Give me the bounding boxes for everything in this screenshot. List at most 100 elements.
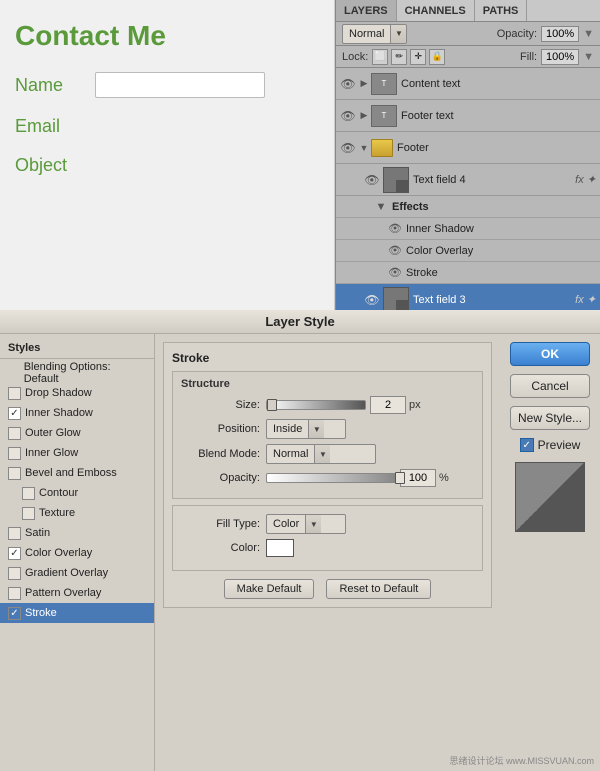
effects-label: Effects xyxy=(392,201,429,213)
blend-mode-label: Blend Mode: xyxy=(181,448,266,460)
lock-label: Lock: xyxy=(342,51,368,63)
layers-tabs: LAYERS CHANNELS PATHS xyxy=(336,0,600,22)
effect-eye-icon[interactable]: 👁 xyxy=(388,222,402,235)
dialog-main-content: Stroke Structure Size: px Position xyxy=(155,334,500,771)
checkbox-icon[interactable] xyxy=(8,387,21,400)
blend-mode-arrow-stroke[interactable]: ▼ xyxy=(314,445,330,463)
layer-textfield4[interactable]: 👁 Text field 4 fx ✦ xyxy=(336,164,600,196)
position-select[interactable]: Inside ▼ xyxy=(266,419,346,439)
style-drop-shadow[interactable]: Drop Shadow xyxy=(0,383,154,403)
layer-content-text[interactable]: 👁 ▶ T Content text xyxy=(336,68,600,100)
layers-panel: LAYERS CHANNELS PATHS Normal ▼ Opacity: … xyxy=(335,0,600,310)
style-inner-shadow[interactable]: ✓ Inner Shadow xyxy=(0,403,154,423)
position-value: Inside xyxy=(267,423,308,435)
layer-name: Footer text xyxy=(401,110,596,122)
fill-type-label: Fill Type: xyxy=(181,518,266,530)
style-texture[interactable]: Texture xyxy=(0,503,154,523)
position-row: Position: Inside ▼ xyxy=(181,419,474,439)
section-buttons: Make Default Reset to Default xyxy=(172,579,483,599)
lock-icons: ⬜ ✏ ✛ 🔒 xyxy=(372,49,445,65)
preview-checkbox[interactable]: ✓ xyxy=(520,438,534,452)
style-bevel-emboss[interactable]: Bevel and Emboss xyxy=(0,463,154,483)
stroke-section: Stroke Structure Size: px Position xyxy=(163,342,492,608)
style-pattern-overlay[interactable]: Pattern Overlay xyxy=(0,583,154,603)
checkbox-icon[interactable] xyxy=(8,467,21,480)
eye-icon[interactable]: 👁 xyxy=(340,140,356,156)
reset-to-default-button[interactable]: Reset to Default xyxy=(326,579,431,599)
eye-icon[interactable]: 👁 xyxy=(340,76,356,92)
email-label: Email xyxy=(15,116,95,137)
effect-eye-icon[interactable]: 👁 xyxy=(388,266,402,279)
color-row: Color: xyxy=(181,539,474,557)
fill-type-arrow[interactable]: ▼ xyxy=(305,515,321,533)
checkbox-icon[interactable]: ✓ xyxy=(8,607,21,620)
tab-channels[interactable]: CHANNELS xyxy=(397,0,475,21)
style-contour[interactable]: Contour xyxy=(0,483,154,503)
checkbox-icon[interactable] xyxy=(8,427,21,440)
eye-icon[interactable]: 👁 xyxy=(364,172,380,188)
style-color-overlay[interactable]: ✓ Color Overlay xyxy=(0,543,154,563)
position-arrow[interactable]: ▼ xyxy=(308,420,324,438)
preview-checkbox-row: ✓ Preview xyxy=(520,438,581,452)
blend-mode-row: Blend Mode: Normal ▼ xyxy=(181,444,474,464)
style-gradient-overlay[interactable]: Gradient Overlay xyxy=(0,563,154,583)
checkbox-icon[interactable] xyxy=(8,527,21,540)
color-swatch[interactable] xyxy=(266,539,294,557)
effect-eye-icon[interactable]: 👁 xyxy=(388,244,402,257)
checkbox-icon[interactable] xyxy=(8,587,21,600)
eye-icon[interactable]: 👁 xyxy=(340,108,356,124)
blend-mode-arrow[interactable]: ▼ xyxy=(390,25,406,43)
style-label: Inner Shadow xyxy=(25,407,93,419)
object-label: Object xyxy=(15,155,95,176)
size-label: Size: xyxy=(181,399,266,411)
web-title: Contact Me xyxy=(10,20,324,52)
new-style-button[interactable]: New Style... xyxy=(510,406,590,430)
layer-footer-folder[interactable]: 👁 ▼ Footer xyxy=(336,132,600,164)
checkbox-icon[interactable] xyxy=(8,567,21,580)
blend-mode-select[interactable]: Normal ▼ xyxy=(342,24,407,44)
blend-mode-value: Normal xyxy=(343,28,390,40)
size-slider[interactable] xyxy=(266,400,366,410)
structure-subsection: Structure Size: px Position: xyxy=(172,371,483,499)
style-inner-glow[interactable]: Inner Glow xyxy=(0,443,154,463)
fill-input[interactable] xyxy=(541,49,579,65)
email-field-row: Email xyxy=(10,116,324,137)
tab-paths[interactable]: PATHS xyxy=(475,0,528,21)
style-label: Bevel and Emboss xyxy=(25,467,117,479)
eye-icon[interactable]: 👁 xyxy=(364,292,380,308)
lock-all-btn[interactable]: 🔒 xyxy=(429,49,445,65)
checkbox-icon[interactable] xyxy=(8,447,21,460)
lock-pixels-btn[interactable]: ✏ xyxy=(391,49,407,65)
style-satin[interactable]: Satin xyxy=(0,523,154,543)
expand-arrow: ▼ xyxy=(359,143,369,153)
checkbox-icon[interactable] xyxy=(22,507,35,520)
checkbox-icon[interactable]: ✓ xyxy=(8,547,21,560)
opacity-input[interactable] xyxy=(541,26,579,42)
opacity-input[interactable] xyxy=(400,469,436,487)
checkbox-icon[interactable]: ✓ xyxy=(8,407,21,420)
effect-name: Color Overlay xyxy=(406,245,473,257)
style-blending-options[interactable]: Blending Options: Default xyxy=(0,363,154,383)
fx-icon: fx ✦ xyxy=(575,293,596,306)
opacity-label: Opacity: xyxy=(181,472,266,484)
lock-transparency-btn[interactable]: ⬜ xyxy=(372,49,388,65)
opacity-unit: % xyxy=(439,472,449,484)
lock-position-btn[interactable]: ✛ xyxy=(410,49,426,65)
opacity-slider[interactable] xyxy=(266,473,396,483)
preview-thumbnail xyxy=(515,462,585,532)
cancel-button[interactable]: Cancel xyxy=(510,374,590,398)
opacity-row: Opacity: % xyxy=(181,469,474,487)
layer-footer-text[interactable]: 👁 ▶ T Footer text xyxy=(336,100,600,132)
make-default-button[interactable]: Make Default xyxy=(224,579,315,599)
blend-mode-select-stroke[interactable]: Normal ▼ xyxy=(266,444,376,464)
name-input[interactable] xyxy=(95,72,265,98)
style-stroke[interactable]: ✓ Stroke xyxy=(0,603,154,623)
ok-button[interactable]: OK xyxy=(510,342,590,366)
tab-layers[interactable]: LAYERS xyxy=(336,0,397,21)
style-label: Blending Options: Default xyxy=(24,361,146,385)
fill-type-select[interactable]: Color ▼ xyxy=(266,514,346,534)
size-input[interactable] xyxy=(370,396,406,414)
style-outer-glow[interactable]: Outer Glow xyxy=(0,423,154,443)
style-label: Gradient Overlay xyxy=(25,567,108,579)
checkbox-icon[interactable] xyxy=(22,487,35,500)
